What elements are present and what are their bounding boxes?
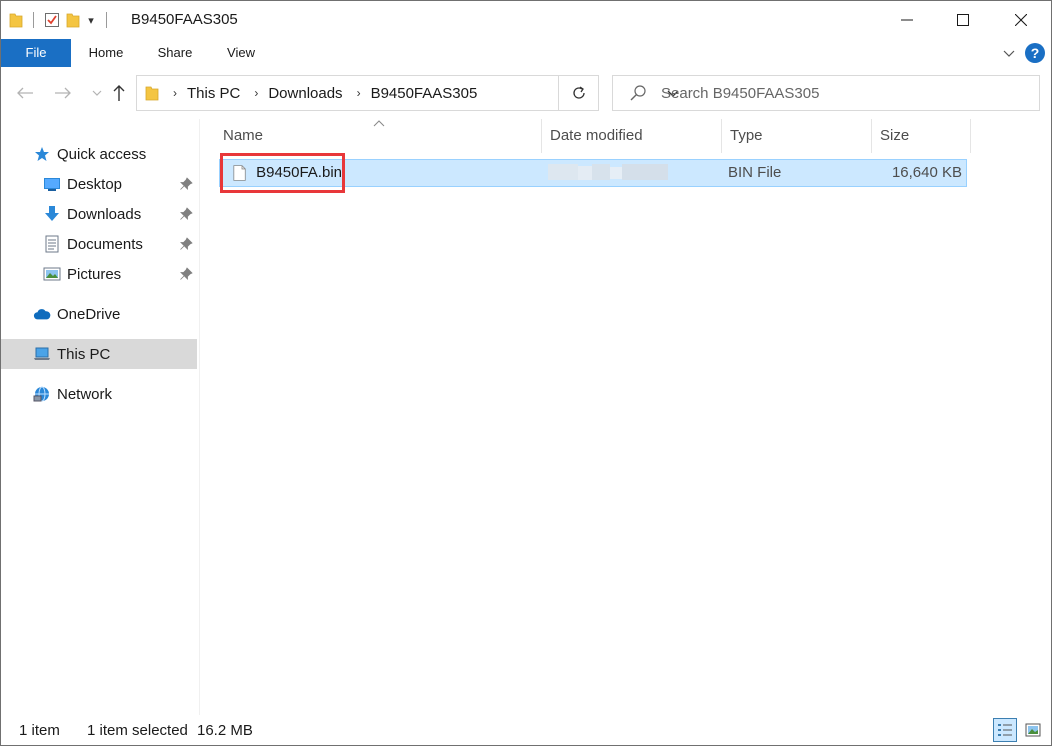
chevron-down-icon <box>92 90 102 96</box>
file-size: 16,640 KB <box>891 164 962 181</box>
status-item-count: 1 item <box>19 722 60 739</box>
computer-icon <box>33 345 51 363</box>
properties-icon[interactable] <box>44 12 60 28</box>
large-icons-view-button[interactable] <box>1021 718 1045 742</box>
window-title: B9450FAAS305 <box>131 11 238 28</box>
status-selection: 1 item selected <box>87 722 188 739</box>
maximize-icon <box>957 14 969 26</box>
quick-access-toolbar: ▾ <box>9 9 111 31</box>
search-box[interactable] <box>612 75 1040 111</box>
date-modified-redacted <box>548 164 668 180</box>
up-button[interactable] <box>109 81 129 105</box>
close-button[interactable] <box>995 1 1047 39</box>
nav-quick-access-label: Quick access <box>57 145 147 163</box>
highlight-box: B9450FA.bin <box>220 153 345 193</box>
navigation-pane: Quick access Desktop Downloads Documents <box>1 119 199 715</box>
toolbar-separator <box>33 12 34 28</box>
column-header-name[interactable]: Name <box>215 119 541 153</box>
tab-share[interactable]: Share <box>147 39 203 67</box>
breadcrumb-current-folder[interactable]: B9450FAAS305 <box>371 85 478 102</box>
details-view-button[interactable] <box>993 718 1017 742</box>
refresh-button[interactable] <box>559 75 599 111</box>
nav-this-pc[interactable]: This PC <box>1 339 197 369</box>
star-icon <box>33 145 51 163</box>
recent-locations-button[interactable] <box>87 81 107 105</box>
forward-button[interactable] <box>53 81 73 105</box>
status-selection-size: 16.2 MB <box>197 722 253 739</box>
customize-toolbar-dropdown-icon[interactable]: ▾ <box>86 14 96 27</box>
nav-onedrive[interactable]: OneDrive <box>1 299 197 329</box>
file-name[interactable]: B9450FA.bin <box>256 160 342 186</box>
tab-file[interactable]: File <box>1 39 71 67</box>
column-header-type[interactable]: Type <box>721 119 871 153</box>
nav-documents-label: Documents <box>67 235 143 253</box>
pin-icon[interactable] <box>179 237 193 251</box>
up-arrow-icon <box>113 85 125 101</box>
toolbar-separator <box>106 12 107 28</box>
expand-ribbon-chevron-icon[interactable] <box>1001 45 1017 61</box>
refresh-icon <box>572 86 585 99</box>
maximize-button[interactable] <box>937 1 989 39</box>
nav-desktop[interactable]: Desktop <box>1 169 197 199</box>
pictures-icon <box>43 265 61 283</box>
address-bar[interactable]: › This PC › Downloads › B9450FAAS305 <box>136 75 679 111</box>
column-header-date-modified[interactable]: Date modified <box>541 119 721 153</box>
file-row[interactable]: B9450FA.bin BIN File 16,640 KB <box>219 153 967 193</box>
pin-icon[interactable] <box>179 177 193 191</box>
new-folder-icon[interactable] <box>66 12 80 28</box>
nav-quick-access[interactable]: Quick access <box>1 139 197 169</box>
breadcrumb-downloads[interactable]: Downloads <box>268 85 342 102</box>
nav-this-pc-label: This PC <box>57 345 111 363</box>
breadcrumb-separator-icon[interactable]: › <box>357 86 361 100</box>
downloads-icon <box>43 205 61 223</box>
status-bar: 1 item 1 item selected 16.2 MB <box>1 715 1051 745</box>
nav-onedrive-label: OneDrive <box>57 305 121 323</box>
minimize-button[interactable] <box>881 1 933 39</box>
file-icon <box>233 165 246 181</box>
forward-arrow-icon <box>55 87 71 99</box>
close-icon <box>1015 14 1027 26</box>
pin-icon[interactable] <box>179 207 193 221</box>
help-button[interactable]: ? <box>1025 43 1045 63</box>
folder-icon <box>145 86 159 101</box>
file-type: BIN File <box>728 164 782 181</box>
ribbon-tabs: File Home Share View ? <box>1 39 1051 67</box>
details-view-icon <box>998 724 1012 736</box>
tab-home[interactable]: Home <box>77 39 135 67</box>
folder-icon <box>9 13 23 28</box>
large-icons-view-icon <box>1025 723 1041 737</box>
documents-icon <box>43 235 61 253</box>
back-arrow-icon <box>17 87 33 99</box>
pin-icon[interactable] <box>179 267 193 281</box>
desktop-icon <box>43 175 61 193</box>
pane-divider[interactable] <box>199 119 200 715</box>
nav-downloads[interactable]: Downloads <box>1 199 197 229</box>
nav-downloads-label: Downloads <box>67 205 142 223</box>
file-list: Name Date modified Type Size B9450FA.bin… <box>201 119 1051 715</box>
minimize-icon <box>901 19 913 21</box>
tab-view[interactable]: View <box>215 39 267 67</box>
back-button[interactable] <box>15 81 35 105</box>
nav-network-label: Network <box>57 385 113 403</box>
breadcrumb-separator-icon[interactable]: › <box>173 86 177 100</box>
breadcrumb-separator-icon[interactable]: › <box>254 86 258 100</box>
title-bar: ▾ B9450FAAS305 <box>1 1 1051 39</box>
nav-network[interactable]: Network <box>1 379 197 409</box>
nav-documents[interactable]: Documents <box>1 229 197 259</box>
navigation-bar: › This PC › Downloads › B9450FAAS305 <box>1 67 1051 119</box>
nav-desktop-label: Desktop <box>67 175 123 193</box>
cloud-icon <box>33 305 51 323</box>
file-explorer-window: ▾ B9450FAAS305 File Home Share View ? › … <box>0 0 1052 746</box>
breadcrumb-this-pc[interactable]: This PC <box>187 85 240 102</box>
search-input[interactable] <box>661 84 1011 102</box>
search-icon <box>630 85 646 101</box>
nav-pictures-label: Pictures <box>67 265 122 283</box>
network-icon <box>33 385 51 403</box>
column-header-size[interactable]: Size <box>871 119 971 153</box>
nav-pictures[interactable]: Pictures <box>1 259 197 289</box>
